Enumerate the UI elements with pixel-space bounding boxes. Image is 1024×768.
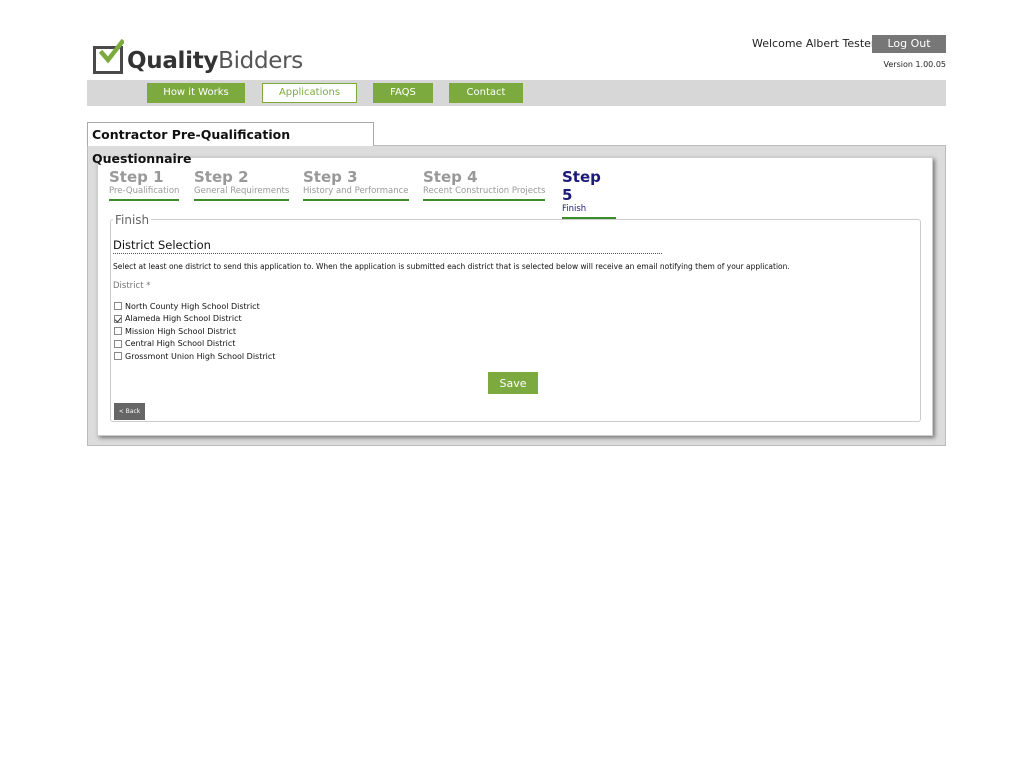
step-title: Step 5 (562, 168, 601, 204)
district-option-label: Mission High School District (125, 326, 236, 336)
district-checkbox[interactable] (114, 352, 122, 361)
district-checkbox[interactable] (114, 302, 122, 311)
step-title: Step 2 (194, 168, 249, 186)
step-title: Step 4 (423, 168, 478, 186)
logout-button[interactable]: Log Out (872, 35, 946, 53)
version-label: Version 1.00.05 (883, 60, 947, 69)
district-option-label: Alameda High School District (125, 314, 242, 324)
back-button[interactable]: < Back (114, 403, 145, 420)
save-button[interactable]: Save (488, 372, 538, 394)
step-title: Step 3 (303, 168, 358, 186)
district-option-label: North County High School District (125, 301, 260, 311)
check-box-icon (93, 39, 124, 74)
district-checkbox[interactable] (114, 339, 122, 348)
step-subtitle: Recent Construction Projects (423, 186, 546, 201)
nav-how-it-works[interactable]: How it Works (147, 83, 245, 103)
step-3[interactable]: Step 3 History and Performance (303, 168, 409, 201)
step-1[interactable]: Step 1 Pre-Qualification (109, 168, 180, 201)
step-2[interactable]: Step 2 General Requirements (194, 168, 290, 201)
step-5[interactable]: Step 5 Finish (562, 168, 616, 219)
nav-contact[interactable]: Contact (449, 83, 523, 103)
district-option-label: Grossmont Union High School District (125, 351, 276, 361)
step-4[interactable]: Step 4 Recent Construction Projects (423, 168, 546, 201)
district-option[interactable]: North County High School District (114, 300, 275, 313)
logo-word-bold: Quality (127, 48, 219, 74)
district-option[interactable]: Central High School District (114, 338, 275, 351)
district-field-label: District * (113, 281, 151, 291)
district-option[interactable]: Grossmont Union High School District (114, 350, 275, 363)
quality-bidders-logo[interactable]: QualityBidders (93, 39, 303, 74)
district-checkbox[interactable] (114, 327, 122, 336)
step-subtitle: History and Performance (303, 186, 409, 201)
district-option[interactable]: Mission High School District (114, 325, 275, 338)
district-selection-heading: District Selection (113, 238, 662, 254)
instructions-text: Select at least one district to send thi… (113, 262, 790, 271)
nav-applications[interactable]: Applications (262, 83, 357, 103)
district-option[interactable]: Alameda High School District (114, 313, 275, 326)
district-checkbox[interactable] (114, 314, 122, 323)
district-checkbox-list: North County High School District Alamed… (114, 300, 275, 363)
logo-word-light: Bidders (218, 48, 303, 74)
logo-wordmark: QualityBidders (127, 48, 303, 74)
questionnaire-tab[interactable]: Contractor Pre-Qualification Questionnai… (87, 122, 374, 166)
main-nav: How it Works Applications FAQS Contact (87, 80, 946, 106)
step-subtitle: General Requirements (194, 186, 290, 201)
nav-faqs[interactable]: FAQS (373, 83, 433, 103)
step-subtitle: Finish (562, 204, 616, 219)
welcome-message: Welcome Albert Tester (752, 37, 876, 50)
step-subtitle: Pre-Qualification (109, 186, 180, 201)
fieldset-legend: Finish (113, 213, 152, 227)
district-option-label: Central High School District (125, 339, 236, 349)
